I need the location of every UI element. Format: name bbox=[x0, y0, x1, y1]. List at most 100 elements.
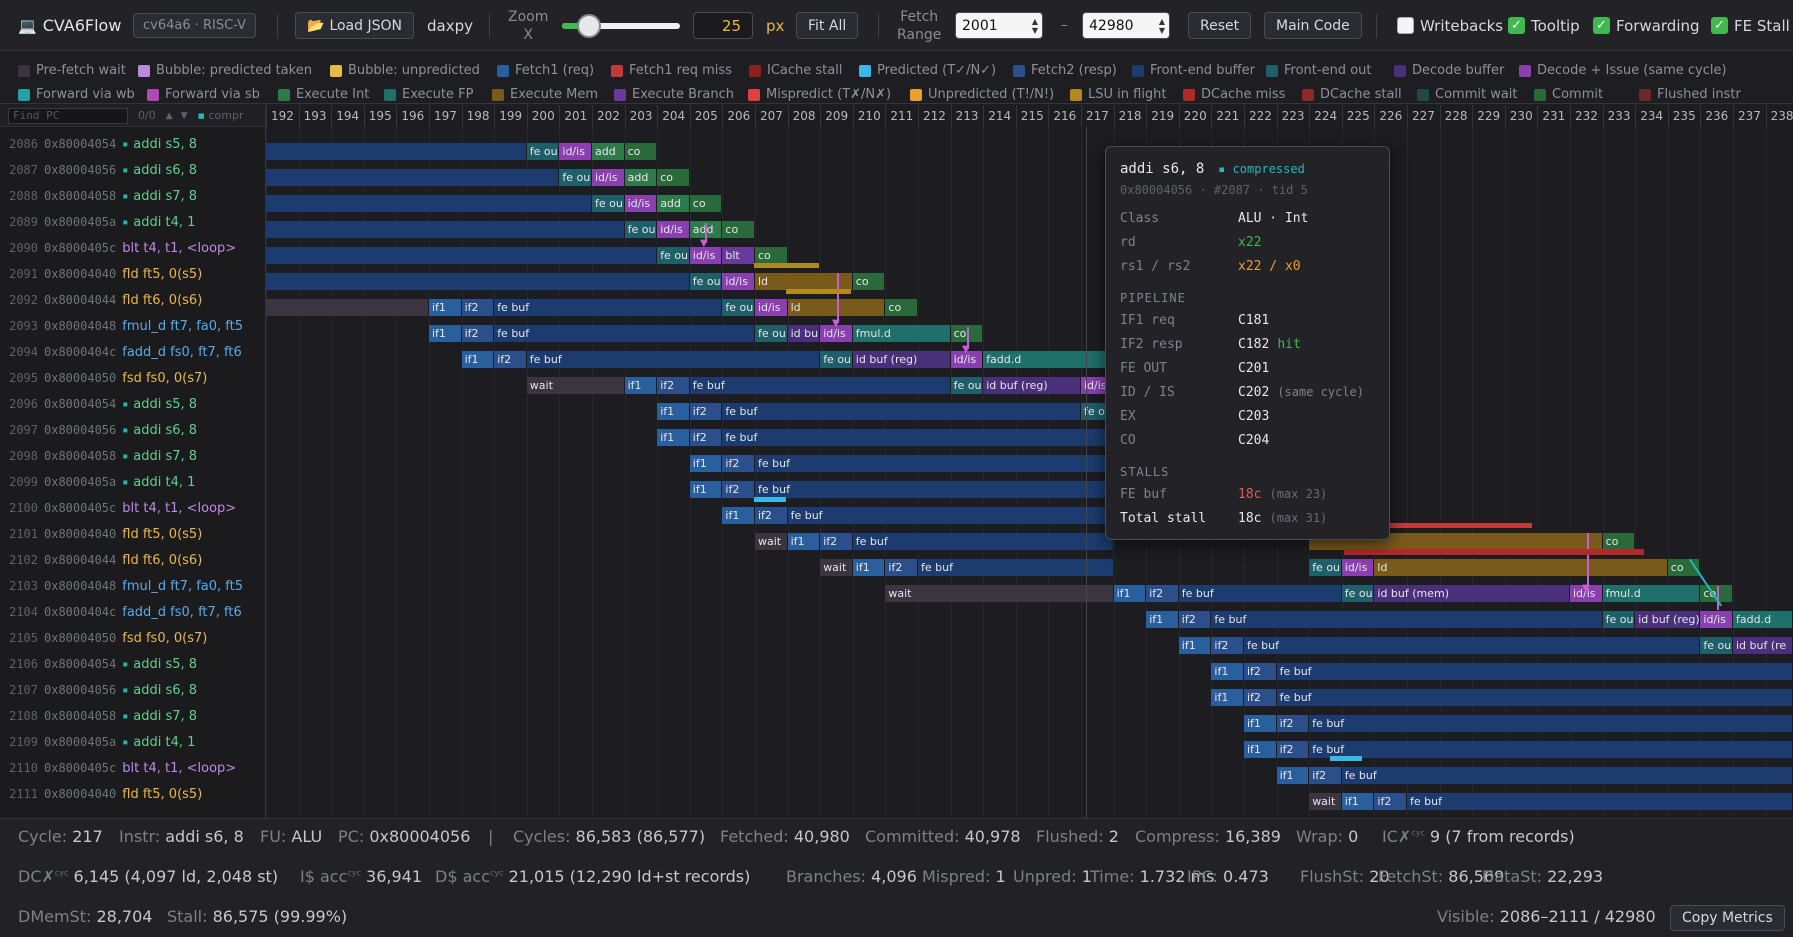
pipeline-stage-segment[interactable] bbox=[266, 195, 592, 212]
pipeline-stage-segment[interactable]: co bbox=[722, 221, 755, 238]
instruction-row[interactable]: 2101 0x80004040 fld ft5, 0(s5) bbox=[0, 521, 265, 547]
pipeline-stage-segment[interactable]: fe ou bbox=[1700, 637, 1733, 654]
instruction-row[interactable]: 2094 0x8000404c fadd_d fs0, ft7, ft6 bbox=[0, 339, 265, 365]
checkmark-icon[interactable]: ✓ bbox=[1593, 17, 1610, 34]
pipeline-stage-segment[interactable]: if1 bbox=[1211, 663, 1244, 680]
pipeline-stage-segment[interactable]: co bbox=[885, 299, 918, 316]
pipeline-stage-segment[interactable]: fe buf bbox=[494, 299, 723, 316]
instruction-row[interactable]: 2106 0x80004054 ▪ addi s5, 8 bbox=[0, 651, 265, 677]
pipeline-stage-segment[interactable]: if1 bbox=[429, 299, 462, 316]
spinner-icon[interactable]: ▲ ▼ bbox=[1032, 17, 1038, 35]
instruction-row[interactable]: 2105 0x80004050 fsd fs0, 0(s7) bbox=[0, 625, 265, 651]
pipeline-stage-segment[interactable]: if2 bbox=[1309, 767, 1342, 784]
instruction-row[interactable]: 2099 0x8000405a ▪ addi t4, 1 bbox=[0, 469, 265, 495]
pipeline-stage-segment[interactable]: id/is bbox=[1341, 559, 1375, 576]
pipeline-stage-segment[interactable]: fmul.d bbox=[852, 325, 951, 342]
pipeline-stage-segment[interactable]: if2 bbox=[1276, 715, 1310, 732]
pipeline-stage-segment[interactable]: fe buf bbox=[1178, 585, 1342, 602]
pipeline-stage-segment[interactable]: fe ou bbox=[722, 299, 755, 316]
instruction-row[interactable]: 2093 0x80004048 fmul_d ft7, fa0, ft5 bbox=[0, 313, 265, 339]
instruction-row[interactable]: 2110 0x8000405c blt t4, t1, <loop> bbox=[0, 755, 265, 781]
pipeline-stage-segment[interactable]: fe buf bbox=[852, 533, 1114, 550]
pipeline-stage-segment[interactable]: fadd.d bbox=[983, 351, 1114, 368]
pipeline-stage-segment[interactable]: fe buf bbox=[689, 377, 951, 394]
pipeline-stage-segment[interactable]: if2 bbox=[755, 507, 788, 524]
copy-metrics-button[interactable]: Copy Metrics bbox=[1670, 905, 1785, 931]
pipeline-stage-segment[interactable]: co bbox=[1602, 533, 1636, 550]
pipeline-stage-segment[interactable]: fe ou bbox=[1602, 611, 1636, 628]
find-prev-icon[interactable]: ▲ bbox=[166, 111, 173, 121]
pipeline-stage-segment[interactable]: fe buf bbox=[755, 481, 1114, 498]
pipeline-stage-segment[interactable]: add bbox=[624, 169, 658, 186]
pipeline-stage-segment[interactable]: id/is bbox=[624, 195, 658, 212]
pipeline-stage-segment[interactable]: fe ou bbox=[755, 325, 788, 342]
instruction-row[interactable]: 2111 0x80004040 fld ft5, 0(s5) bbox=[0, 781, 265, 807]
pipeline-stage-segment[interactable] bbox=[266, 143, 527, 160]
pipeline-stage-segment[interactable]: fe ou bbox=[559, 169, 592, 186]
pipeline-stage-segment[interactable]: fe ou bbox=[689, 273, 723, 290]
checkbox-writebacks[interactable]: Writebacks bbox=[1397, 0, 1503, 51]
instruction-row[interactable]: 2098 0x80004058 ▪ addi s7, 8 bbox=[0, 443, 265, 469]
pipeline-stage-segment[interactable]: fadd.d bbox=[1733, 611, 1793, 628]
pipeline-stage-segment[interactable]: if2 bbox=[1178, 611, 1212, 628]
pipeline-stage-segment[interactable]: if1 bbox=[657, 429, 690, 446]
pipeline-stage-segment[interactable]: if1 bbox=[689, 455, 723, 472]
pipeline-stage-segment[interactable]: add bbox=[592, 143, 625, 160]
pipeline-stage-segment[interactable]: if1 bbox=[1276, 767, 1310, 784]
pipeline-stage-segment[interactable]: blt bbox=[722, 247, 755, 264]
pipeline-stage-segment[interactable]: if1 bbox=[722, 507, 755, 524]
pipeline-stage-segment[interactable]: if2 bbox=[1374, 793, 1407, 810]
pipeline-stage-segment[interactable]: fe buf bbox=[526, 351, 821, 368]
pipeline-stage-segment[interactable]: fe buf bbox=[1276, 689, 1793, 706]
pipeline-stage-segment[interactable]: fe ou bbox=[624, 221, 658, 238]
pipeline-stage-segment[interactable]: if2 bbox=[885, 559, 918, 576]
pipeline-stage-segment[interactable]: if1 bbox=[624, 377, 658, 394]
pipeline-stage-segment[interactable] bbox=[266, 169, 560, 186]
checkbox-tooltip[interactable]: ✓ Tooltip bbox=[1508, 0, 1580, 51]
instruction-row[interactable]: 2109 0x8000405a ▪ addi t4, 1 bbox=[0, 729, 265, 755]
pipeline-stage-segment[interactable]: wait bbox=[1309, 793, 1342, 810]
pipeline-stage-segment[interactable]: id buf (reg) bbox=[852, 351, 951, 368]
zoom-slider[interactable] bbox=[562, 0, 680, 51]
pipeline-stage-segment[interactable]: fe buf bbox=[918, 559, 1114, 576]
instruction-row[interactable]: 2088 0x80004058 ▪ addi s7, 8 bbox=[0, 183, 265, 209]
pipeline-stage-segment[interactable]: fe buf bbox=[1309, 715, 1793, 732]
pipeline-stage-segment[interactable]: if1 bbox=[1211, 689, 1244, 706]
pipeline-stage-segment[interactable]: if2 bbox=[722, 481, 755, 498]
pipeline-stage-segment[interactable]: if2 bbox=[461, 299, 495, 316]
pipeline-stage-segment[interactable] bbox=[266, 273, 690, 290]
instruction-row[interactable]: 2100 0x8000405c blt t4, t1, <loop> bbox=[0, 495, 265, 521]
pipeline-stage-segment[interactable]: if2 bbox=[820, 533, 853, 550]
pipeline-stage-segment[interactable]: if1 bbox=[429, 325, 462, 342]
pipeline-stage-segment[interactable]: if2 bbox=[1244, 689, 1277, 706]
instruction-row[interactable]: 2104 0x8000404c fadd_d fs0, ft7, ft6 bbox=[0, 599, 265, 625]
instruction-row[interactable]: 2096 0x80004054 ▪ addi s5, 8 bbox=[0, 391, 265, 417]
compressed-filter-toggle[interactable]: ▪ compr bbox=[198, 109, 244, 122]
pipeline-stage-segment[interactable]: co bbox=[624, 143, 658, 160]
checkbox-empty-icon[interactable] bbox=[1397, 17, 1414, 34]
pipeline-stage-segment[interactable]: if1 bbox=[461, 351, 495, 368]
pipeline-gantt[interactable]: 192 193 194 195 196 197 198 199 200 201 202 203 204 2… bbox=[266, 105, 1793, 818]
pipeline-stage-segment[interactable]: co bbox=[852, 273, 886, 290]
pipeline-stage-segment[interactable]: fe buf bbox=[722, 403, 1081, 420]
checkbox-forwarding[interactable]: ✓ Forwarding bbox=[1593, 0, 1700, 51]
pipeline-stage-segment[interactable]: fe ou bbox=[820, 351, 853, 368]
instruction-row[interactable]: 2091 0x80004040 fld ft5, 0(s5) bbox=[0, 261, 265, 287]
checkmark-icon[interactable]: ✓ bbox=[1711, 17, 1728, 34]
pipeline-stage-segment[interactable]: if1 bbox=[1113, 585, 1147, 602]
pipeline-stage-segment[interactable]: if1 bbox=[1244, 715, 1277, 732]
pipeline-stage-segment[interactable]: fe ou bbox=[1341, 585, 1375, 602]
fit-all-button[interactable]: Fit All bbox=[796, 12, 859, 39]
pipeline-stage-segment[interactable]: id buf (re bbox=[1733, 637, 1793, 654]
zoom-slider-thumb[interactable] bbox=[576, 13, 601, 38]
pipeline-stage-segment[interactable]: fe buf bbox=[1341, 767, 1793, 784]
pipeline-stage-segment[interactable]: fe ou bbox=[1309, 559, 1342, 576]
instruction-row[interactable]: 2103 0x80004048 fmul_d ft7, fa0, ft5 bbox=[0, 573, 265, 599]
instruction-row[interactable]: 2107 0x80004056 ▪ addi s6, 8 bbox=[0, 677, 265, 703]
pipeline-stage-segment[interactable]: if1 bbox=[1178, 637, 1212, 654]
pipeline-stage-segment[interactable]: id/is bbox=[689, 247, 723, 264]
pipeline-stage-segment[interactable]: add bbox=[657, 195, 690, 212]
pipeline-stage-segment[interactable]: if2 bbox=[494, 351, 527, 368]
pipeline-stage-segment[interactable]: id/is bbox=[559, 143, 592, 160]
pipeline-stage-segment[interactable] bbox=[266, 247, 658, 264]
